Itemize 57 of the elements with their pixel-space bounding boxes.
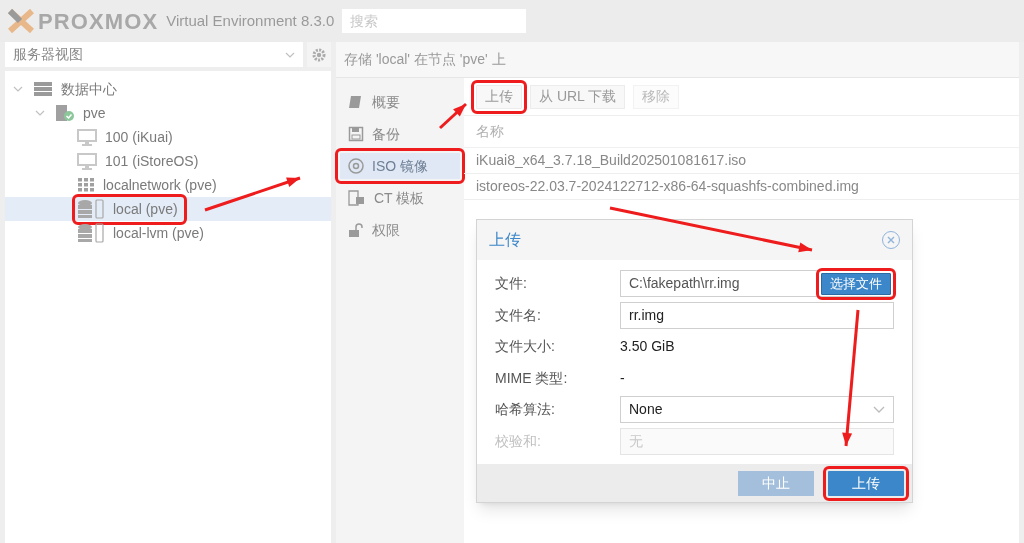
grid-icon (77, 177, 95, 193)
tree-item[interactable]: 100 (iKuai) (5, 125, 331, 149)
caret-icon[interactable] (285, 51, 295, 58)
tree-item-label: local (pve) (77, 198, 182, 220)
database-icon (77, 223, 105, 243)
caret-icon[interactable] (35, 110, 45, 116)
chevron-down-icon (873, 405, 885, 414)
server-rack-icon (33, 81, 53, 97)
settings-icon (312, 47, 326, 62)
field-label: 文件大小: (495, 337, 556, 357)
x-logo-icon (8, 9, 34, 33)
nav-item[interactable]: 概要 (340, 89, 460, 115)
tree-item-label: localnetwork (pve) (77, 174, 221, 196)
select-field[interactable]: None (620, 396, 894, 424)
nav-item[interactable]: 权限 (340, 217, 460, 243)
toolbar-button[interactable]: 从 URL 下载 (530, 84, 626, 109)
tree-item-label: pve (55, 102, 110, 124)
file-cube-icon (348, 190, 366, 206)
settings-button[interactable] (307, 42, 331, 67)
field-value: - (620, 368, 626, 388)
field-label: MIME 类型: (495, 368, 569, 388)
tree-item-label: 101 (iStoreOS) (77, 150, 203, 172)
table-row[interactable]: iKuai8_x64_3.7.18_Build202501081617.iso (464, 148, 1019, 174)
monitor-icon (77, 128, 97, 146)
field-label: 文件名: (495, 305, 542, 325)
close-icon (887, 236, 895, 244)
column-header: 名称 (464, 116, 1019, 148)
server-check-icon (55, 104, 75, 122)
field-value: 3.50 GiB (620, 337, 676, 357)
field-label: 校验和: (495, 431, 542, 451)
nav-item[interactable]: CT 模板 (340, 185, 460, 211)
database-icon (77, 199, 105, 219)
dialog-title: 上传 (489, 230, 521, 250)
panel-title: 存储 'local' 在节点 'pve' 上 (344, 50, 506, 69)
field-label: 文件: (495, 274, 528, 294)
tree-item[interactable]: 数据中心 (5, 77, 331, 101)
tree-item[interactable]: pve (5, 101, 331, 125)
caret-icon[interactable] (13, 86, 23, 92)
file-field[interactable]: C:\fakepath\rr.img 选择文件 (620, 270, 894, 298)
annotation-arrow (439, 102, 467, 130)
tree-item-label: local-lvm (pve) (77, 222, 208, 244)
product-version: Virtual Environment 8.3.0 (166, 10, 335, 31)
tree-item-label: 100 (iKuai) (77, 126, 177, 148)
monitor-icon (77, 152, 97, 170)
tree-item-label: 数据中心 (33, 78, 121, 100)
table-row[interactable]: istoreos-22.03.7-2024122712-x86-64-squashfs-combined.img (464, 174, 1019, 200)
tree-item[interactable]: local-lvm (pve) (5, 221, 331, 245)
field-label: 哈希算法: (495, 400, 556, 420)
text-field[interactable]: rr.img (620, 301, 894, 329)
tree-item[interactable]: localnetwork (pve) (5, 173, 331, 197)
tree-item[interactable]: 101 (iStoreOS) (5, 149, 331, 173)
view-select[interactable]: 服务器视图 (5, 42, 303, 67)
book-icon (348, 94, 364, 110)
disc-icon (348, 158, 364, 174)
logo-wordmark: PROXMOX (38, 7, 159, 36)
unlock-icon (348, 222, 364, 238)
nav-item[interactable]: 备份 (340, 121, 460, 147)
